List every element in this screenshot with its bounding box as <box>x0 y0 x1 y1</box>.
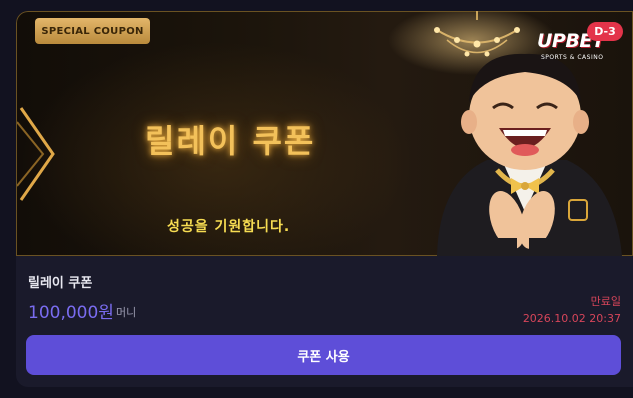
coupon-amount: 100,000원 <box>28 303 114 323</box>
coupon-name: 릴레이 쿠폰 <box>28 276 93 291</box>
chevron-right-icon <box>17 107 55 201</box>
coupon-info: 릴레이 쿠폰 100,000원 머니 만료일 2026.10.02 20:37 … <box>16 256 633 387</box>
coupon-banner: SPECIAL COUPON 릴레이 쿠폰 성공을 기원합니다. UPBET S… <box>16 11 633 256</box>
use-coupon-button[interactable]: 쿠폰 사용 <box>26 335 621 375</box>
expire-label: 만료일 <box>590 295 621 308</box>
special-coupon-badge: SPECIAL COUPON <box>35 18 150 44</box>
mascot-illustration <box>437 53 622 256</box>
banner-subtitle: 성공을 기원합니다. <box>167 219 291 235</box>
dday-badge: D-3 <box>587 22 623 41</box>
coupon-unit: 머니 <box>116 306 137 319</box>
expire-date: 2026.10.02 20:37 <box>522 312 621 325</box>
banner-title: 릴레이 쿠폰 <box>145 122 316 160</box>
coupon-card: SPECIAL COUPON 릴레이 쿠폰 성공을 기원합니다. UPBET S… <box>16 11 633 387</box>
logo-subtext: SPORTS & CASINO <box>541 54 604 61</box>
